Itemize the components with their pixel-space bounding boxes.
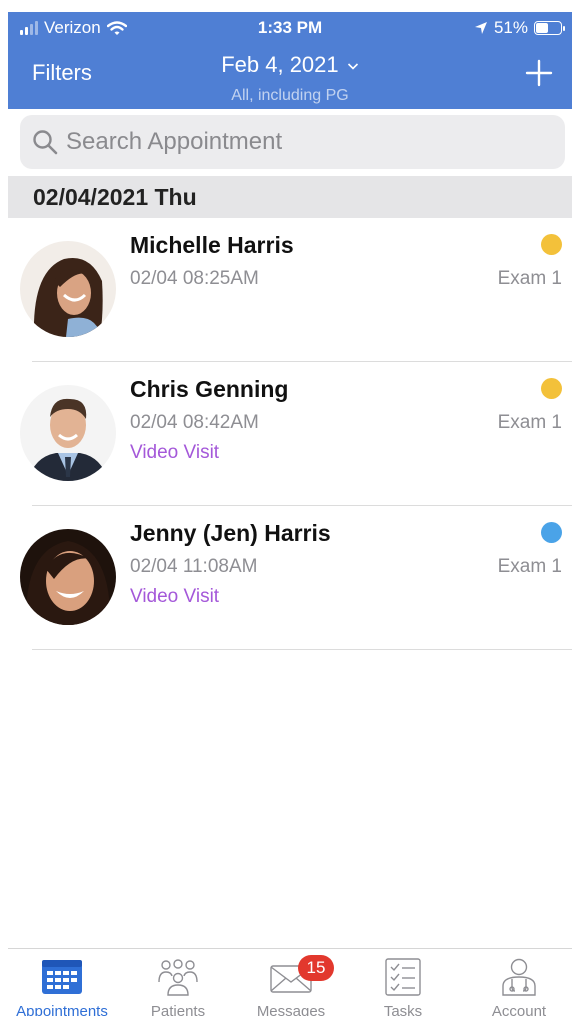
unread-badge: 15 bbox=[298, 955, 334, 981]
exam-room: Exam 1 bbox=[497, 268, 562, 289]
battery-icon bbox=[534, 21, 565, 35]
patient-photo-icon bbox=[20, 385, 116, 481]
tab-label: Messages bbox=[256, 1003, 326, 1016]
avatar bbox=[20, 529, 116, 625]
date-subtitle: All, including PG bbox=[231, 87, 349, 104]
video-visit-label: Video Visit bbox=[130, 586, 220, 607]
location-arrow-icon bbox=[474, 22, 487, 34]
doctor-icon bbox=[502, 958, 536, 996]
battery-level bbox=[536, 23, 549, 33]
date-picker-button[interactable]: Feb 4, 2021 bbox=[8, 52, 572, 78]
appointment-row[interactable]: Michelle Harris 02/04 08:25AM Exam 1 bbox=[0, 218, 572, 362]
checklist-icon bbox=[385, 958, 421, 996]
status-bar: Verizon 1:33 PM 51% bbox=[8, 12, 572, 46]
tab-messages[interactable]: 15 Messages bbox=[236, 949, 346, 1016]
status-dot bbox=[541, 234, 562, 255]
avatar bbox=[20, 241, 116, 337]
appointment-row[interactable]: Jenny (Jen) Harris 02/04 11:08AM Video V… bbox=[0, 506, 572, 650]
search-icon bbox=[33, 130, 58, 155]
date-section-header: 02/04/2021 Thu bbox=[8, 176, 572, 218]
section-date-label: 02/04/2021 Thu bbox=[33, 184, 197, 210]
appointment-time: 02/04 08:42AM bbox=[130, 412, 259, 433]
tab-label: Appointments bbox=[16, 1003, 108, 1016]
patient-photo-icon bbox=[20, 241, 116, 337]
tab-account[interactable]: Account bbox=[464, 949, 572, 1016]
battery-percent: 51% bbox=[493, 18, 528, 37]
patient-name: Chris Genning bbox=[130, 376, 289, 402]
search-input[interactable] bbox=[66, 128, 546, 156]
calendar-icon bbox=[42, 960, 82, 994]
tab-appointments[interactable]: Appointments bbox=[7, 949, 117, 1016]
patient-photo-icon bbox=[20, 529, 116, 625]
divider bbox=[32, 649, 572, 650]
exam-room: Exam 1 bbox=[497, 556, 562, 577]
tab-bar: Appointments Patients 15 Messages Tasks … bbox=[8, 948, 572, 1016]
patient-name: Michelle Harris bbox=[130, 232, 294, 258]
appointment-time: 02/04 08:25AM bbox=[130, 268, 259, 289]
status-dot bbox=[541, 378, 562, 399]
search-bar bbox=[20, 115, 565, 169]
date-label: Feb 4, 2021 bbox=[221, 52, 339, 77]
video-visit-label: Video Visit bbox=[130, 442, 220, 463]
exam-room: Exam 1 bbox=[497, 412, 562, 433]
tab-label: Account bbox=[491, 1003, 547, 1016]
tab-patients[interactable]: Patients bbox=[123, 949, 233, 1016]
app-header: Verizon 1:33 PM 51% Filters Feb 4, 2021 … bbox=[8, 12, 572, 109]
tab-tasks[interactable]: Tasks bbox=[348, 949, 458, 1016]
chevron-down-icon bbox=[347, 63, 358, 70]
patient-name: Jenny (Jen) Harris bbox=[130, 520, 331, 546]
add-appointment-button[interactable] bbox=[524, 58, 554, 88]
tab-label: Patients bbox=[150, 1003, 206, 1016]
avatar bbox=[20, 385, 116, 481]
status-dot bbox=[541, 522, 562, 543]
appointment-row[interactable]: Chris Genning 02/04 08:42AM Video Visit … bbox=[0, 362, 572, 506]
appointment-list: Michelle Harris 02/04 08:25AM Exam 1 Chr… bbox=[0, 218, 572, 650]
battery-group: 51% bbox=[474, 18, 565, 38]
plus-icon bbox=[525, 59, 553, 87]
tab-label: Tasks bbox=[383, 1003, 423, 1016]
patients-icon bbox=[158, 959, 198, 996]
appointment-time: 02/04 11:08AM bbox=[130, 556, 258, 577]
